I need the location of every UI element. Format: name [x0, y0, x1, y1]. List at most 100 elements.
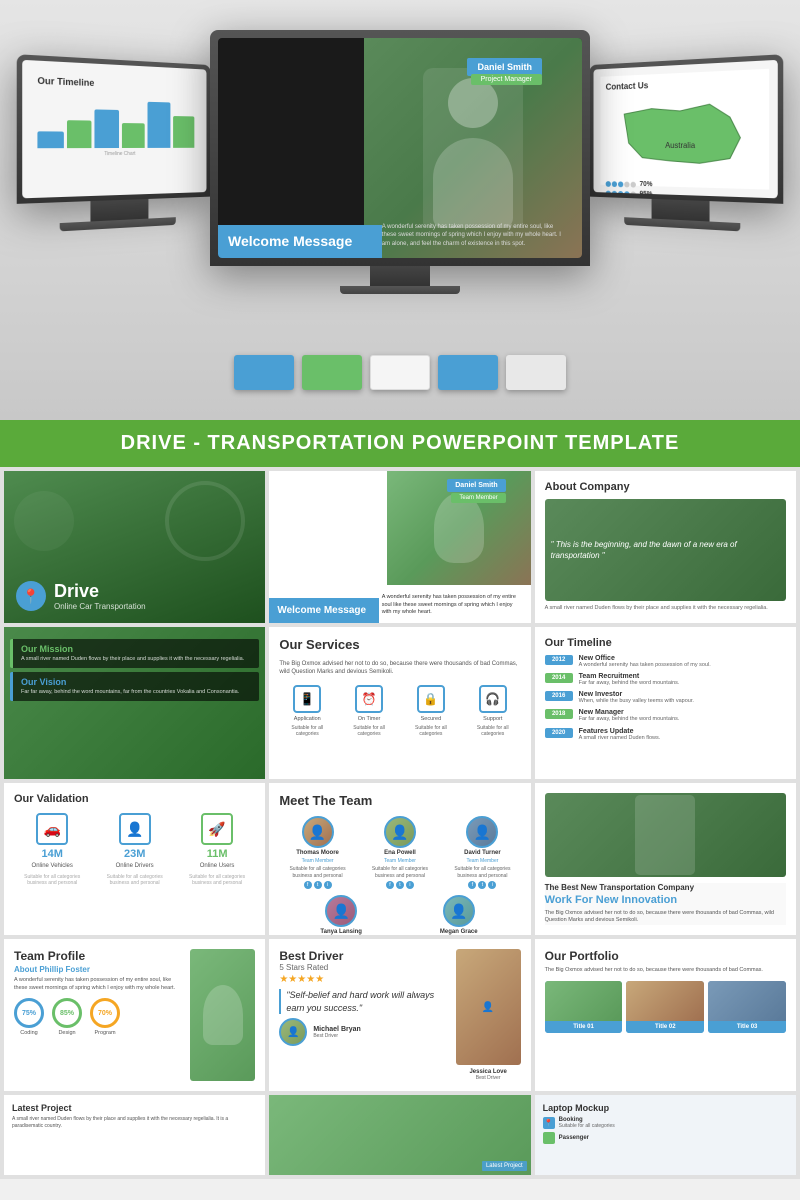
program-circle: 70%: [90, 998, 120, 1028]
application-icon: 📱: [293, 685, 321, 713]
timeline-year-4: 2018: [545, 709, 573, 719]
secured-icon: 🔒: [417, 685, 445, 713]
driver-quote: "Self-belief and hard work will always e…: [279, 989, 447, 1014]
timeline-year-3: 2016: [545, 691, 573, 701]
meet-team-title: Meet The Team: [279, 793, 520, 808]
member-thomas: 👤 Thomas Moore Team Member Suitable for …: [279, 816, 355, 889]
thomas-fb-icon[interactable]: f: [304, 881, 312, 889]
member-david-avatar: 👤: [466, 816, 498, 848]
portfolio-img-2: [626, 981, 704, 1021]
service-timer: ⏰ On Timer Suitable for all categories: [341, 685, 397, 738]
team-profile-content: Team Profile About Phillip Foster A wond…: [14, 949, 182, 1081]
portfolio-item-3: Title 03: [708, 981, 786, 1033]
slide-validation: Our Validation 🚗 14M Online Vehicles Sui…: [4, 783, 265, 935]
timeline-entry-2: 2014 Team Recruitment Far far away, behi…: [545, 673, 786, 687]
member-tanya-avatar: 👤: [325, 895, 357, 927]
ena-tw-icon[interactable]: t: [396, 881, 404, 889]
best-driver-stars-label: 5 Stars Rated: [279, 963, 447, 972]
member-tanya-name: Tanya Lansing: [320, 929, 362, 935]
service-secured: 🔒 Secured Suitable for all categories: [403, 685, 459, 738]
welcome2-role-badge: Team Member: [451, 493, 505, 503]
team-members-row1: 👤 Thomas Moore Team Member Suitable for …: [279, 816, 520, 889]
drive-title: Drive: [54, 581, 146, 602]
member-tanya: 👤 Tanya Lansing Team Member Suitable for…: [287, 895, 395, 935]
david-ig-icon[interactable]: i: [488, 881, 496, 889]
coding-label: Coding: [20, 1030, 37, 1036]
service-support: 🎧 Support Suitable for all categories: [465, 685, 521, 738]
timeline-desc-5: A small river named Duden flows.: [579, 735, 786, 742]
portfolio-text: The Big Oxmox advised her not to do so, …: [545, 967, 786, 975]
member-david: 👤 David Turner Team Member Suitable for …: [444, 816, 520, 889]
thomas-tw-icon[interactable]: t: [314, 881, 322, 889]
ena-ig-icon[interactable]: i: [406, 881, 414, 889]
driver-michael: 👤 Michael Bryan Best Driver: [279, 1018, 447, 1046]
member-ena-avatar: 👤: [384, 816, 416, 848]
slide-latest-project-partial: Latest Project A small river named Duden…: [4, 1095, 265, 1175]
laptop-items-partial: 📍 Booking Suitable for all categories Pa…: [543, 1117, 788, 1144]
person-role-badge: Project Manager: [471, 74, 542, 85]
portfolio-item-2: Title 02: [626, 981, 704, 1033]
about-company-quote: " This is the beginning, and the dawn of…: [551, 539, 780, 561]
validation-title: Our Validation: [14, 793, 255, 805]
member-ena-social: f t i: [386, 881, 414, 889]
about-company-title: About Company: [545, 481, 786, 493]
monitor-main: Daniel Smith Project Manager Welcome Mes…: [210, 30, 590, 294]
skill-program: 70% Program: [90, 998, 120, 1036]
drive-location-icon: 📍: [16, 581, 46, 611]
svg-text:Australia: Australia: [665, 141, 696, 151]
right-monitor-title: Contact Us: [606, 75, 763, 91]
welcome2-title: Welcome Message: [277, 604, 371, 617]
member-thomas-role: Team Member: [302, 858, 334, 864]
team-profile-title: Team Profile: [14, 949, 182, 963]
slide-team-profile: Team Profile About Phillip Foster A wond…: [4, 939, 265, 1091]
monitor-right: Contact Us Australia: [589, 54, 783, 234]
slide-about-company: About Company " This is the beginning, a…: [535, 471, 796, 623]
david-tw-icon[interactable]: t: [478, 881, 486, 889]
timeline-desc-3: When, while the busy valley teems with v…: [579, 698, 786, 705]
hero-section: Our Timeline Timeline Chart: [0, 0, 800, 420]
services-icons-row: 📱 Application Suitable for all categorie…: [279, 685, 520, 738]
about-company-desc: A small river named Duden flows by their…: [545, 605, 786, 613]
stat-vehicles-number: 14M: [42, 848, 63, 860]
service-timer-label: On Timer: [358, 716, 381, 722]
welcome2-name-badge: Daniel Smith: [447, 479, 505, 492]
timeline-desc-1: A wonderful serenity has taken possessio…: [579, 662, 786, 669]
timeline-title-5: Features Update: [579, 728, 786, 735]
latest-slide-badge: Latest Project: [482, 1161, 527, 1171]
michael-avatar: 👤: [279, 1018, 307, 1046]
jessica-area: 👤 Jessica Love Best Driver: [456, 949, 521, 1081]
ena-fb-icon[interactable]: f: [386, 881, 394, 889]
thomas-ig-icon[interactable]: i: [324, 881, 332, 889]
member-thomas-name: Thomas Moore: [296, 850, 339, 856]
innovation-title: Work For New Innovation: [545, 894, 786, 906]
driver-icon: 👤: [119, 813, 151, 845]
stars-rating: ★★★★★: [279, 974, 447, 985]
member-thomas-social: f t i: [304, 881, 332, 889]
slides-row-2: Our Mission A small river named Duden fl…: [0, 627, 800, 783]
support-icon: 🎧: [479, 685, 507, 713]
timeline-entries: 2012 New Office A wonderful serenity has…: [545, 655, 786, 742]
slide-our-services: Our Services The Big Oxmox advised her n…: [269, 627, 530, 779]
booking-icon: 📍: [543, 1117, 555, 1129]
member-david-role: Team Member: [466, 858, 498, 864]
latest-project-title: Latest Project: [12, 1103, 257, 1113]
page-title: DRIVE - TRANSPORTATION POWERPOINT TEMPLA…: [20, 432, 780, 455]
slide-mission-vision: Our Mission A small river named Duden fl…: [4, 627, 265, 779]
member-thomas-desc: Suitable for all categories business and…: [279, 866, 355, 879]
stat-vehicles-label: Online Vehicles: [32, 863, 73, 871]
welcome-text: A wonderful serenity has taken possessio…: [382, 223, 564, 248]
stat-other-label: Online Users: [200, 863, 235, 871]
laptop-item-booking: 📍 Booking Suitable for all categories: [543, 1117, 788, 1129]
timeline-title-3: New Investor: [579, 691, 786, 698]
david-fb-icon[interactable]: f: [468, 881, 476, 889]
member-ena-role: Team Member: [384, 858, 416, 864]
slide-drive: 📍 Drive Online Car Transportation: [4, 471, 265, 623]
member-david-name: David Turner: [464, 850, 501, 856]
timeline-title: Our Timeline: [545, 637, 786, 649]
portfolio-label-2: Title 02: [626, 1021, 704, 1033]
car-icon: 🚗: [36, 813, 68, 845]
passenger-title: Passenger: [559, 1135, 589, 1141]
hero-thumb-3: [370, 355, 430, 390]
timeline-desc-4: Far far away, behind the word mountains.: [579, 716, 786, 723]
team-profile-text: A wonderful serenity has taken possessio…: [14, 977, 182, 992]
